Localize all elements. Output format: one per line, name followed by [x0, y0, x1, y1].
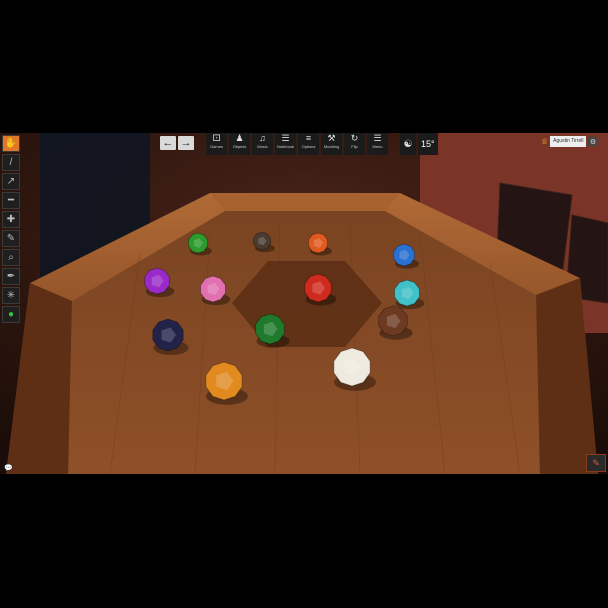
hands-button[interactable]: ☯ — [400, 133, 416, 155]
arrow-right-icon: → — [180, 137, 192, 149]
chat-icon[interactable]: 💬 — [4, 464, 13, 472]
tool-ruler[interactable]: ━ — [2, 192, 20, 209]
notebook-icon: ☰ — [281, 133, 290, 143]
menu-menu-button[interactable]: ☰ Menu — [367, 133, 388, 155]
person-icon: ☯ — [403, 138, 413, 150]
flick-icon: ↗ — [6, 176, 16, 187]
back-button[interactable]: ← — [160, 136, 176, 150]
arrow-left-icon: ← — [162, 137, 174, 149]
tool-column: ✋ / ↗ ━ ✚ ✎ ⌕ ✒ ✳ ● — [2, 135, 20, 325]
menu-label: Games — [210, 144, 223, 149]
modding-icon: ⚒ — [327, 133, 336, 143]
table-back-wall — [210, 193, 400, 211]
menu-modding-button[interactable]: ⚒ Modding — [321, 133, 342, 155]
zoom-icon: ⌕ — [8, 252, 14, 263]
menu-label: Options — [301, 144, 316, 149]
menu-objects-button[interactable]: ♟ Objects — [229, 133, 250, 155]
color-dot-icon: ● — [7, 309, 15, 320]
rotation-value[interactable]: 15° — [418, 133, 438, 155]
tool-line[interactable]: / — [2, 154, 20, 171]
menu-games-button[interactable]: ⚀ Games — [206, 133, 227, 155]
music-icon: ♫ — [259, 133, 266, 143]
game-viewport[interactable]: ✋ / ↗ ━ ✚ ✎ ⌕ ✒ ✳ ● ← → ⚀ Games ♟ Objects ♫ Music ☰ Note… — [0, 133, 608, 474]
crown-icon: ♕ — [541, 137, 549, 146]
menu-label: Music — [257, 144, 268, 149]
options-icon: ≡ — [305, 133, 312, 143]
menu-group: ⚀ Games ♟ Objects ♫ Music ☰ Notebook ≡ Options ⚒ Mo… — [206, 133, 388, 155]
player-tag[interactable]: ♕ Agustin Tirrell ⚙ — [541, 136, 598, 147]
pencil-icon: ✎ — [6, 233, 16, 244]
top-toolbar: ← → ⚀ Games ♟ Objects ♫ Music ☰ Notebook ≡ Option… — [160, 133, 438, 155]
tool-color[interactable]: ● — [2, 306, 20, 323]
tool-flick[interactable]: ↗ — [2, 173, 20, 190]
tool-vector[interactable]: ✳ — [2, 287, 20, 304]
player-name: Agustin Tirrell — [550, 136, 587, 147]
flip-icon: ↻ — [350, 133, 359, 143]
forward-button[interactable]: → — [178, 136, 194, 150]
menu-label: Notebook — [276, 144, 295, 149]
game-scene[interactable] — [0, 133, 608, 474]
notes-button[interactable]: ✎ — [586, 454, 606, 472]
pen-icon: ✒ — [6, 271, 16, 282]
menu-label: Objects — [232, 144, 247, 149]
tool-grab[interactable]: ✋ — [2, 135, 20, 152]
tool-draw[interactable]: ✎ — [2, 230, 20, 247]
menu-label: Modding — [323, 144, 340, 149]
menu-flip-button[interactable]: ↻ Flip — [344, 133, 365, 155]
hand-icon: ✋ — [4, 138, 18, 149]
menu-music-button[interactable]: ♫ Music — [252, 133, 273, 155]
menu-label: Flip — [351, 144, 358, 149]
objects-icon: ♟ — [235, 133, 244, 143]
ruler-icon: ━ — [7, 195, 15, 206]
tool-zoom[interactable]: ⌕ — [2, 249, 20, 266]
menu-icon: ☰ — [373, 133, 382, 143]
gizmo-icon: ✚ — [6, 214, 16, 225]
menu-notebook-button[interactable]: ☰ Notebook — [275, 133, 296, 155]
line-icon: / — [9, 157, 13, 168]
vector-icon: ✳ — [6, 290, 16, 301]
tool-pen[interactable]: ✒ — [2, 268, 20, 285]
tool-gizmo[interactable]: ✚ — [2, 211, 20, 228]
gear-icon[interactable]: ⚙ — [588, 137, 598, 146]
pencil-icon: ✎ — [592, 457, 600, 468]
menu-label: Menu — [372, 144, 383, 149]
games-icon: ⚀ — [212, 133, 221, 143]
menu-options-button[interactable]: ≡ Options — [298, 133, 319, 155]
